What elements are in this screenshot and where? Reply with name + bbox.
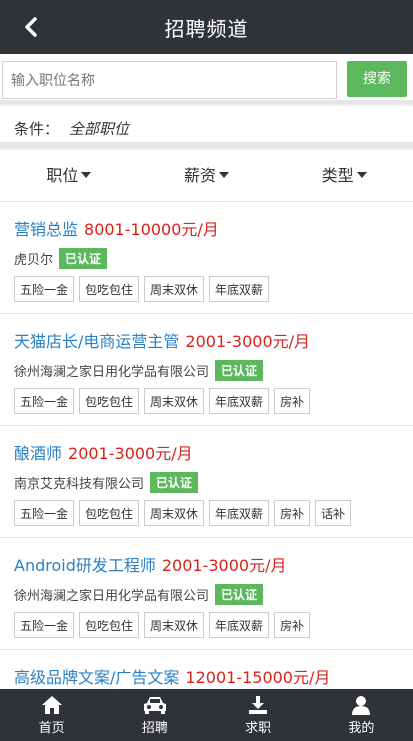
job-item[interactable]: 营销总监 8001-10000元/月 虎贝尔 已认证 五险一金 包吃包住 周末双休 … [0,202,413,314]
page-title: 招聘频道 [164,16,249,41]
filter-salary[interactable]: 薪资 [138,150,276,201]
download-icon [249,696,268,714]
verified-badge: 已认证 [59,247,108,269]
benefit-tag: 年底双薪 [209,388,270,414]
benefit-tag: 五险一金 [14,388,75,414]
condition-label: 条件： [14,120,60,138]
search-button[interactable]: 搜索 [347,61,407,97]
verified-badge: 已认证 [215,583,264,605]
benefit-tag: 周末双休 [144,276,205,302]
tab-label: 求职 [245,721,272,736]
tab-recruit[interactable]: 招聘 [103,689,206,741]
verified-badge: 已认证 [215,359,264,381]
benefit-tag: 房补 [274,500,311,526]
job-title[interactable]: Android研发工程师 [14,556,156,575]
benefit-tag: 年底双薪 [209,276,270,302]
job-salary: 8001-10000元/月 [84,220,219,239]
filter-label: 薪资 [184,166,217,185]
home-icon [41,696,62,714]
benefit-tags: 五险一金 包吃包住 周末双休 年底双薪 房补 话补 [14,500,399,526]
filter-label: 职位 [46,166,79,185]
condition-bar: 条件： 全部职位 [0,106,413,148]
job-title[interactable]: 营销总监 [14,220,78,239]
tab-jobseek[interactable]: 求职 [207,689,310,741]
benefit-tag: 周末双休 [144,500,205,526]
job-salary: 2001-3000元/月 [185,332,311,351]
job-title[interactable]: 天猫店长/电商运营主管 [14,332,179,351]
benefit-tag: 包吃包住 [79,388,140,414]
job-salary: 2001-3000元/月 [68,444,193,463]
benefit-tag: 五险一金 [14,612,75,638]
benefit-tag: 年底双薪 [209,500,270,526]
benefit-tags: 五险一金 包吃包住 周末双休 年底双薪 房补 [14,388,399,414]
tab-mine[interactable]: 我的 [310,689,413,741]
job-item[interactable]: 天猫店长/电商运营主管 2001-3000元/月 徐州海澜之家日用化学品有限公司已… [0,314,413,426]
tab-home[interactable]: 首页 [0,689,103,741]
benefit-tag: 包吃包住 [79,612,140,638]
condition-value: 全部职位 [69,120,130,138]
caret-down-icon [81,172,92,178]
search-input[interactable] [2,61,337,99]
tab-label: 我的 [348,721,375,736]
filter-bar: 职位 薪资 类型 [0,150,413,202]
car-icon [143,697,166,714]
benefit-tag: 话补 [315,500,352,526]
benefit-tag: 房补 [274,612,311,638]
user-icon [352,696,371,715]
company-name: 徐州海澜之家日用化学品有限公司 [14,588,210,604]
tab-label: 招聘 [141,721,168,736]
filter-position[interactable]: 职位 [0,150,138,201]
benefit-tag: 五险一金 [14,500,75,526]
benefit-tag: 五险一金 [14,276,75,302]
job-salary: 12001-15000元/月 [185,668,331,687]
benefit-tags: 五险一金 包吃包住 周末双休 年底双薪 [14,276,399,302]
benefit-tag: 包吃包住 [79,500,140,526]
bottom-tab-bar: 首页 招聘 求职 我的 [0,689,413,741]
search-bar: 搜索 [0,54,413,104]
job-title[interactable]: 酿酒师 [14,444,62,463]
chevron-left-icon [25,17,37,37]
company-name: 虎贝尔 [14,252,54,268]
caret-down-icon [219,172,230,178]
filter-type[interactable]: 类型 [275,150,413,201]
job-list: 营销总监 8001-10000元/月 虎贝尔 已认证 五险一金 包吃包住 周末双休 … [0,202,413,689]
company-name: 徐州海澜之家日用化学品有限公司 [14,364,210,380]
benefit-tag: 包吃包住 [79,276,140,302]
benefit-tags: 五险一金 包吃包住 周末双休 年底双薪 房补 [14,612,399,638]
company-name: 南京艾克科技有限公司 [14,476,145,492]
benefit-tag: 房补 [274,388,311,414]
back-button[interactable] [20,14,44,40]
benefit-tag: 周末双休 [144,612,205,638]
job-item[interactable]: 高级品牌文案/广告文案 12001-15000元/月 [0,650,413,689]
benefit-tag: 周末双休 [144,388,205,414]
job-title[interactable]: 高级品牌文案/广告文案 [14,668,179,687]
caret-down-icon [356,172,367,178]
tab-label: 首页 [38,721,65,736]
benefit-tag: 年底双薪 [209,612,270,638]
job-item[interactable]: 酿酒师 2001-3000元/月 南京艾克科技有限公司 已认证 五险一金 包吃包住 … [0,426,413,538]
verified-badge: 已认证 [150,471,199,493]
job-item[interactable]: Android研发工程师 2001-3000元/月 徐州海澜之家日用化学品有限公司… [0,538,413,650]
app-header: 招聘频道 [0,0,413,54]
filter-label: 类型 [321,166,354,185]
job-salary: 2001-3000元/月 [161,556,287,575]
